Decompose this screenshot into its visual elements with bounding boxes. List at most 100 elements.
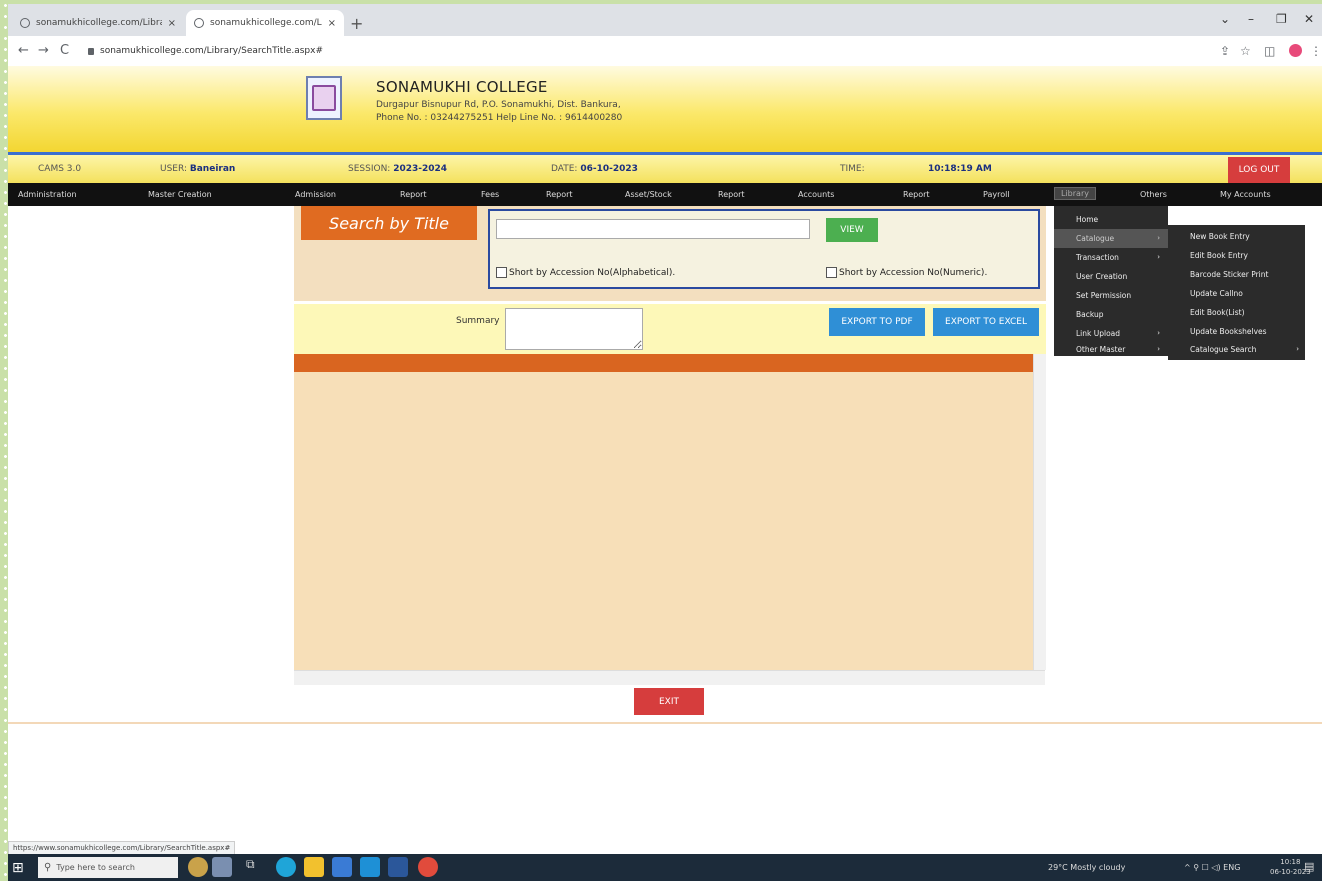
menu-admission[interactable]: Admission (295, 190, 336, 199)
menu-library[interactable]: Library (1054, 187, 1096, 200)
info-bar: CAMS 3.0 USER: Baneiran SESSION: 2023-20… (8, 155, 1322, 183)
file-explorer-icon[interactable] (304, 857, 324, 877)
system-tray-icons[interactable]: ^ ⚲ ☐ ◁) ENG (1184, 863, 1240, 872)
sort-numeric-label: Short by Accession No(Numeric). (839, 267, 988, 278)
mail-icon[interactable] (360, 857, 380, 877)
menu-others[interactable]: Others (1140, 190, 1167, 199)
chevron-right-icon: › (1157, 234, 1160, 242)
more-menu-icon[interactable]: ⋮ (1310, 44, 1322, 58)
catalogue-menu-barcode-sticker-print[interactable]: Barcode Sticker Print (1168, 265, 1305, 284)
catalogue-menu-edit-book-entry[interactable]: Edit Book Entry (1168, 246, 1305, 265)
menu-asset-stock[interactable]: Asset/Stock (625, 190, 672, 199)
menu-my-accounts[interactable]: My Accounts (1220, 190, 1271, 199)
menu-admission-report[interactable]: Report (400, 190, 427, 199)
chrome-icon[interactable] (418, 857, 438, 877)
logout-button[interactable]: LOG OUT (1228, 157, 1290, 183)
summary-textarea[interactable] (505, 308, 643, 350)
date-label: DATE: (551, 164, 578, 174)
session-label: SESSION: (348, 164, 391, 174)
menu-asset-report[interactable]: Report (718, 190, 745, 199)
chevron-right-icon: › (1157, 253, 1160, 261)
tab-title: sonamukhicollege.com/Library/ (210, 18, 322, 28)
session-value: 2023-2024 (393, 164, 448, 174)
catalogue-menu-new-book-entry[interactable]: New Book Entry (1168, 227, 1305, 246)
menu-master-creation[interactable]: Master Creation (148, 190, 212, 199)
restore-button[interactable]: ❐ (1276, 12, 1287, 26)
library-menu-user-creation[interactable]: User Creation (1054, 267, 1168, 286)
vertical-scrollbar[interactable] (1033, 354, 1046, 670)
tab-close-icon[interactable]: × (168, 18, 176, 29)
sidepanel-icon[interactable]: ◫ (1264, 44, 1275, 58)
notifications-icon[interactable]: ▤ (1304, 860, 1314, 873)
exit-button[interactable]: EXIT (634, 688, 704, 715)
library-menu-backup[interactable]: Backup (1054, 305, 1168, 324)
sort-numeric-option[interactable]: Short by Accession No(Numeric). (826, 267, 987, 278)
catalogue-menu-catalogue-search[interactable]: Catalogue Search › (1168, 340, 1305, 359)
back-icon[interactable]: ← (18, 43, 29, 58)
bookmark-star-icon[interactable]: ☆ (1240, 44, 1251, 58)
url-bar[interactable]: sonamukhicollege.com/Library/SearchTitle… (88, 42, 1198, 60)
tab-list-icon[interactable]: ⌄ (1220, 12, 1230, 26)
news-widget-icon[interactable] (212, 857, 232, 877)
results-grid-header (294, 354, 1033, 372)
new-tab-button[interactable]: + (350, 14, 363, 33)
weather-status[interactable]: 29°C Mostly cloudy (1048, 863, 1125, 872)
results-grid (294, 354, 1045, 684)
library-menu-catalogue[interactable]: Catalogue › (1054, 229, 1168, 248)
tab-close-icon[interactable]: × (328, 18, 336, 29)
menu-accounts[interactable]: Accounts (798, 190, 834, 199)
library-menu-other-master[interactable]: Other Master › (1054, 340, 1168, 359)
college-name: SONAMUKHI COLLEGE (376, 78, 548, 96)
menu-fees[interactable]: Fees (481, 190, 499, 199)
forward-icon[interactable]: → (38, 43, 49, 58)
sort-numeric-checkbox[interactable] (826, 267, 837, 278)
library-dropdown: Home Catalogue › Transaction › User Creati… (1054, 206, 1168, 356)
store-icon[interactable] (332, 857, 352, 877)
menu-accounts-report[interactable]: Report (903, 190, 930, 199)
share-icon[interactable]: ⇪ (1220, 44, 1230, 58)
close-window-button[interactable]: ✕ (1304, 12, 1314, 26)
date-info: DATE: 06-10-2023 (551, 164, 638, 174)
menu-item-label: Set Permission (1076, 291, 1132, 300)
reload-icon[interactable]: C (60, 43, 69, 58)
menu-item-label: Update Bookshelves (1190, 327, 1267, 336)
profile-avatar[interactable] (1289, 44, 1302, 57)
menu-item-label: Catalogue (1076, 234, 1115, 243)
word-icon[interactable] (388, 857, 408, 877)
browser-tab-1[interactable]: sonamukhicollege.com/Library/ × (12, 10, 184, 36)
taskbar-search[interactable]: ⚲ Type here to search (38, 857, 178, 878)
sort-alphabetical-checkbox[interactable] (496, 267, 507, 278)
catalogue-menu-update-callno[interactable]: Update Callno (1168, 284, 1305, 303)
menu-fees-report[interactable]: Report (546, 190, 573, 199)
sort-alphabetical-label: Short by Accession No(Alphabetical). (509, 267, 676, 278)
edge-icon[interactable] (276, 857, 296, 877)
search-title-tab: Search by Title (301, 206, 477, 240)
weather-widget-icon[interactable] (188, 857, 208, 877)
task-view-icon[interactable]: ⧉ (246, 857, 266, 877)
chevron-right-icon: › (1296, 345, 1299, 353)
export-pdf-button[interactable]: EXPORT TO PDF (829, 308, 925, 336)
catalogue-menu-update-bookshelves[interactable]: Update Bookshelves (1168, 322, 1305, 341)
menu-payroll[interactable]: Payroll (983, 190, 1010, 199)
windows-start-icon[interactable]: ⊞ (12, 860, 24, 876)
export-excel-button[interactable]: EXPORT TO EXCEL (933, 308, 1039, 336)
sort-alphabetical-option[interactable]: Short by Accession No(Alphabetical). (496, 267, 675, 278)
lock-icon (88, 47, 94, 55)
globe-icon (20, 18, 30, 28)
user-label: USER: (160, 164, 187, 174)
view-button[interactable]: VIEW (826, 218, 878, 242)
taskbar-search-placeholder: Type here to search (56, 863, 135, 872)
catalogue-menu-edit-book-list[interactable]: Edit Book(List) (1168, 303, 1305, 322)
library-menu-home[interactable]: Home (1054, 210, 1168, 229)
menu-item-label: Catalogue Search (1190, 345, 1257, 354)
search-input[interactable] (496, 219, 810, 239)
menu-administration[interactable]: Administration (18, 190, 77, 199)
library-menu-transaction[interactable]: Transaction › (1054, 248, 1168, 267)
library-menu-set-permission[interactable]: Set Permission (1054, 286, 1168, 305)
url-text: sonamukhicollege.com/Library/SearchTitle… (100, 46, 324, 56)
search-form: VIEW Short by Accession No(Alphabetical)… (488, 209, 1040, 289)
browser-tab-2[interactable]: sonamukhicollege.com/Library/ × (186, 10, 344, 36)
status-url-bubble: https://www.sonamukhicollege.com/Library… (8, 841, 236, 855)
minimize-button[interactable]: – (1248, 12, 1254, 26)
menu-item-label: Link Upload (1076, 329, 1121, 338)
